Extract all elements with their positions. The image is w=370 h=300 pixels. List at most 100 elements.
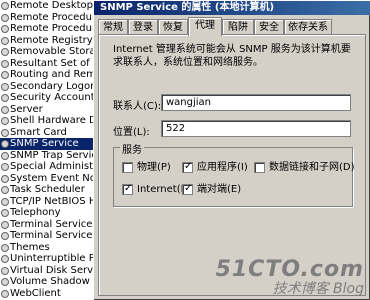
endtoend-checkbox-box[interactable] <box>182 183 193 195</box>
service-row[interactable]: Security Accounts Ma <box>0 92 100 104</box>
service-row[interactable]: System Event Notific <box>0 173 100 185</box>
tab-agent[interactable]: 代理 <box>188 17 222 36</box>
gear-icon <box>1 186 9 194</box>
gear-icon <box>1 128 9 137</box>
endtoend-label: 端对端(E) <box>197 184 242 195</box>
service-row[interactable]: Terminal Services Se <box>0 230 100 242</box>
service-row[interactable]: Special Administrati <box>0 161 100 173</box>
service-row[interactable]: Smart Card <box>0 127 100 139</box>
service-name: Volume Shadow Copy <box>10 276 100 287</box>
contact-input[interactable]: wangjian <box>161 94 351 111</box>
service-row[interactable]: Remote Registry <box>0 35 100 47</box>
gear-icon <box>1 25 9 33</box>
gear-icon <box>1 2 9 10</box>
service-row[interactable]: Virtual Disk Service <box>0 265 100 277</box>
service-name: Task Scheduler <box>10 184 85 195</box>
gear-icon <box>1 48 9 56</box>
gear-icon <box>1 140 9 148</box>
service-name: SNMP Trap Service <box>10 149 100 161</box>
service-name: Remote Procedure Cal <box>10 11 100 23</box>
service-name: Smart Card <box>10 126 67 138</box>
datalink-label: 数据链接和子网(D) <box>269 162 355 173</box>
service-name: Themes <box>10 241 50 253</box>
service-row[interactable]: Volume Shadow Copy <box>0 276 100 288</box>
service-name: SNMP Service <box>10 138 79 149</box>
gear-icon <box>1 94 9 102</box>
service-row[interactable]: Task Scheduler <box>0 184 100 196</box>
service-name: Resultant Set of Pol <box>10 57 100 69</box>
service-row[interactable]: Removable Storage <box>0 46 100 58</box>
tab-dependencies[interactable]: 依存关系 <box>284 19 332 35</box>
service-row[interactable]: Remote Procedure Cal <box>0 23 100 35</box>
gear-icon <box>1 278 9 286</box>
service-row[interactable]: Server <box>0 104 100 116</box>
screen: Remote Desktop HelpRemote Procedure CalR… <box>0 0 370 300</box>
tab-security[interactable]: 安全 <box>254 19 284 35</box>
applications-checkbox[interactable]: 应用程序(I) <box>182 161 248 174</box>
service-row[interactable]: Resultant Set of Pol <box>0 58 100 70</box>
physical-checkbox-box[interactable] <box>122 162 133 173</box>
service-groupbox: 服务 物理(P) 应用程序(I) 数据链接和子网(D) Internet(N) … <box>113 141 355 207</box>
service-row[interactable]: Remote Procedure Cal <box>0 12 100 24</box>
applications-checkbox-box[interactable] <box>182 161 193 173</box>
service-name: Telephony <box>10 207 61 218</box>
tab-general[interactable]: 常规 <box>98 19 128 35</box>
gear-icon <box>1 266 9 275</box>
dialog-title: SNMP Service 的属性 (本地计算机) <box>94 1 370 15</box>
gear-icon <box>1 71 9 79</box>
service-name: Virtual Disk Service <box>10 264 100 276</box>
gear-icon <box>1 289 9 298</box>
location-label: 位置(L): <box>113 127 150 138</box>
tab-logon[interactable]: 登录 <box>128 19 158 35</box>
service-name: Removable Storage <box>10 46 100 57</box>
service-row[interactable]: SNMP Trap Service <box>0 150 100 162</box>
services-list: Remote Desktop HelpRemote Procedure CalR… <box>0 0 100 300</box>
service-name: Shell Hardware Detec <box>10 115 100 126</box>
service-name: Server <box>10 103 43 115</box>
physical-checkbox[interactable]: 物理(P) <box>122 162 171 174</box>
service-name: TCP/IP NetBIOS Helpe <box>10 195 100 207</box>
gear-icon <box>1 59 9 68</box>
service-row[interactable]: Terminal Services <box>0 219 100 231</box>
location-input[interactable]: 522 <box>161 120 351 137</box>
tab-recovery[interactable]: 恢复 <box>158 19 188 35</box>
tab-traps[interactable]: 陷阱 <box>222 19 254 35</box>
service-row[interactable]: Telephony <box>0 207 100 219</box>
service-name: Remote Procedure Cal <box>10 23 100 34</box>
service-row[interactable]: Routing and Remote A <box>0 69 100 81</box>
service-row[interactable]: SNMP Service <box>0 138 100 150</box>
service-name: System Event Notific <box>10 172 100 184</box>
service-name: Terminal Services Se <box>10 230 100 241</box>
service-row[interactable]: Shell Hardware Detec <box>0 115 100 127</box>
service-name: Uninterruptible Powe <box>10 253 100 264</box>
service-name: Remote Registry <box>10 34 93 46</box>
agent-description: Internet 管理系统可能会从 SNMP 服务为该计算机要求联系人，系统位置… <box>113 44 351 68</box>
service-row[interactable]: Themes <box>0 242 100 254</box>
datalink-checkbox-box[interactable] <box>254 162 265 173</box>
gear-icon <box>1 13 9 22</box>
gear-icon <box>1 36 9 45</box>
tab-strip: 常规 登录 恢复 代理 陷阱 安全 依存关系 <box>98 17 368 36</box>
gear-icon <box>1 163 9 171</box>
gear-icon <box>1 197 9 206</box>
applications-label: 应用程序(I) <box>197 162 248 173</box>
internet-checkbox-box[interactable] <box>122 183 133 195</box>
physical-label: 物理(P) <box>137 162 171 173</box>
service-row[interactable]: WebClient <box>0 288 100 300</box>
service-name: Security Accounts Ma <box>10 92 100 103</box>
service-row[interactable]: TCP/IP NetBIOS Helpe <box>0 196 100 208</box>
service-row[interactable]: Remote Desktop Help <box>0 0 100 12</box>
endtoend-checkbox[interactable]: 端对端(E) <box>182 183 242 196</box>
properties-dialog: SNMP Service 的属性 (本地计算机) 常规 登录 恢复 代理 陷阱 … <box>93 0 370 300</box>
gear-icon <box>1 220 9 229</box>
gear-icon <box>1 82 9 91</box>
service-name: Routing and Remote A <box>10 69 100 80</box>
service-name: WebClient <box>10 287 61 299</box>
gear-icon <box>1 174 9 183</box>
watermark-subtitle: 技术博客 Blog <box>272 281 364 297</box>
gear-icon <box>1 209 9 217</box>
service-row[interactable]: Uninterruptible Powe <box>0 253 100 265</box>
service-row[interactable]: Secondary Logon <box>0 81 100 93</box>
datalink-checkbox[interactable]: 数据链接和子网(D) <box>254 162 355 174</box>
service-name: Terminal Services <box>10 218 98 230</box>
